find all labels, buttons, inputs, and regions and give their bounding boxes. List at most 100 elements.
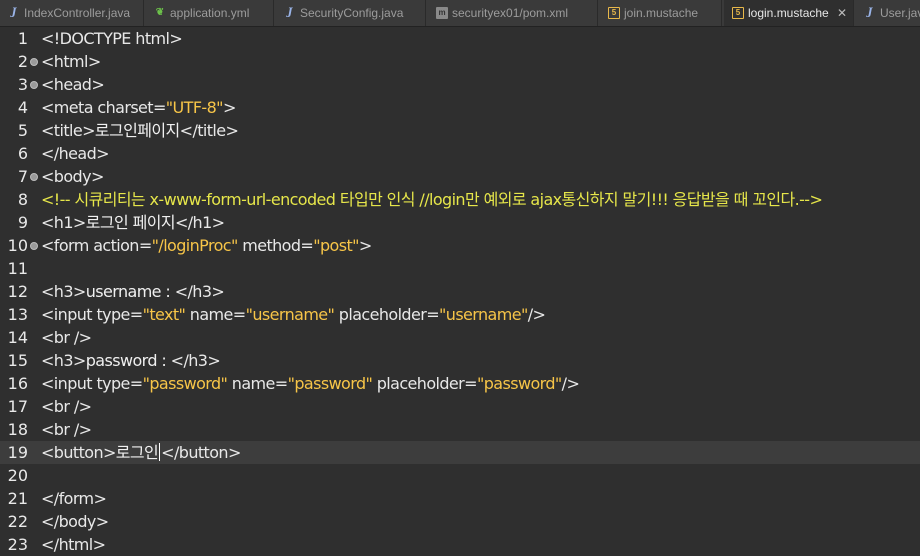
- close-tab-icon[interactable]: ✕: [837, 0, 847, 26]
- code-editor[interactable]: 1 <!DOCTYPE html> 2 <html> 3 <head> 4 <meta cha…: [0, 27, 920, 554]
- code-token-tag: <h3>: [41, 282, 86, 301]
- tab-securityex01-pom-xml[interactable]: m securityex01/pom.xml: [428, 0, 598, 26]
- code-line[interactable]: 8 <!-- 시큐리티는 x-www-form-url-encoded 타입만 인…: [0, 188, 920, 211]
- code-line[interactable]: 11: [0, 257, 920, 280]
- code-line[interactable]: 3 <head>: [0, 73, 920, 96]
- code-token-tag: <br />: [41, 328, 92, 347]
- tab-join-mustache[interactable]: 5 join.mustache: [600, 0, 722, 26]
- line-number: 11: [7, 259, 28, 278]
- code-token-comment: <!-- 시큐리티는 x-www-form-url-encoded 타입만 인식…: [41, 190, 823, 209]
- code-text: <br />: [41, 326, 92, 349]
- code-token-tag: <form action=: [41, 236, 152, 255]
- code-token-tag: >: [358, 236, 372, 255]
- code-token-val: "/loginProc": [151, 236, 239, 255]
- code-text: </form>: [41, 487, 107, 510]
- code-token-tag: />: [527, 305, 546, 324]
- line-number: 4: [17, 98, 28, 117]
- tab-label: SecurityConfig.java: [300, 6, 404, 20]
- java-file-icon: J: [867, 7, 873, 18]
- line-number: 15: [7, 351, 28, 370]
- code-text: <h3>username : </h3>: [41, 280, 225, 303]
- line-number: 7: [17, 167, 28, 186]
- code-line[interactable]: 5 <title>로그인페이지</title>: [0, 119, 920, 142]
- fold-toggle-icon[interactable]: [30, 242, 38, 250]
- tab-securityconfig-java[interactable]: J SecurityConfig.java: [276, 0, 426, 26]
- code-text: <h3>password : </h3>: [41, 349, 221, 372]
- code-token-tag: method=: [237, 236, 314, 255]
- code-token-text: username :: [85, 282, 175, 301]
- code-text: </head>: [41, 142, 110, 165]
- tab-label: application.yml: [170, 6, 250, 20]
- tab-label: IndexController.java: [24, 6, 131, 20]
- code-token-tag: <input type=: [41, 374, 143, 393]
- fold-toggle-icon[interactable]: [30, 58, 38, 66]
- line-number: 2: [17, 52, 28, 71]
- code-token-tag: />: [561, 374, 580, 393]
- code-line[interactable]: 6 </head>: [0, 142, 920, 165]
- code-text: <input type="password" name="password" p…: [41, 372, 580, 395]
- code-text: <form action="/loginProc" method="post">: [41, 234, 372, 257]
- code-line[interactable]: 9 <h1>로그인 페이지</h1>: [0, 211, 920, 234]
- code-line[interactable]: 18 <br />: [0, 418, 920, 441]
- code-token-tag: placeholder=: [334, 305, 440, 324]
- line-number: 20: [7, 466, 28, 485]
- code-text: </html>: [41, 533, 106, 556]
- tab-label: join.mustache: [624, 6, 699, 20]
- code-token-tag: <html>: [41, 52, 101, 71]
- code-line[interactable]: 17 <br />: [0, 395, 920, 418]
- code-token-val: "UTF-8": [165, 98, 224, 117]
- line-number: 8: [17, 190, 28, 209]
- line-number: 10: [7, 236, 28, 255]
- code-text: <br />: [41, 395, 92, 418]
- code-line[interactable]: 23 </html>: [0, 533, 920, 556]
- code-line[interactable]: 4 <meta charset="UTF-8">: [0, 96, 920, 119]
- code-token-val: "password": [476, 374, 562, 393]
- code-line[interactable]: 12 <h3>username : </h3>: [0, 280, 920, 303]
- code-line[interactable]: 16 <input type="password" name="password"…: [0, 372, 920, 395]
- code-text: <title>로그인페이지</title>: [41, 119, 239, 142]
- code-text: <br />: [41, 418, 92, 441]
- code-token-val: "username": [439, 305, 528, 324]
- code-token-tag: <input type=: [41, 305, 143, 324]
- code-token-tag: </body>: [41, 512, 109, 531]
- code-token-tag: <h3>: [41, 351, 86, 370]
- code-token-tag: </h1>: [174, 213, 225, 232]
- tab-user-java[interactable]: J User.java: [856, 0, 920, 26]
- code-line[interactable]: 21 </form>: [0, 487, 920, 510]
- code-token-tag: <br />: [41, 397, 92, 416]
- code-token-tag: </h3>: [174, 282, 225, 301]
- tab-indexcontroller-java[interactable]: J IndexController.java: [0, 0, 144, 26]
- code-text: <input type="text" name="username" place…: [41, 303, 546, 326]
- line-number: 3: [17, 75, 28, 94]
- fold-toggle-icon[interactable]: [30, 81, 38, 89]
- code-line[interactable]: 19 <button>로그인 </button>: [0, 441, 920, 464]
- code-token-tag: <head>: [41, 75, 105, 94]
- code-line[interactable]: 7 <body>: [0, 165, 920, 188]
- fold-toggle-icon[interactable]: [30, 173, 38, 181]
- tab-application-yml[interactable]: ❦ application.yml: [146, 0, 274, 26]
- code-token-tag: <body>: [41, 167, 104, 186]
- code-token-val: "password": [142, 374, 228, 393]
- code-text: <h1>로그인 페이지</h1>: [41, 211, 225, 234]
- code-line[interactable]: 22 </body>: [0, 510, 920, 533]
- line-number: 17: [7, 397, 28, 416]
- code-token-tag: </button>: [161, 443, 241, 462]
- tab-login-mustache[interactable]: 5 login.mustache ✕: [724, 0, 854, 26]
- code-line[interactable]: 13 <input type="text" name="username" pla…: [0, 303, 920, 326]
- html-file-icon: 5: [732, 7, 744, 19]
- code-text: <!DOCTYPE html>: [41, 27, 183, 50]
- tab-label: User.java: [880, 6, 920, 20]
- code-line[interactable]: 14 <br />: [0, 326, 920, 349]
- code-line[interactable]: 2 <html>: [0, 50, 920, 73]
- line-number: 19: [7, 443, 28, 462]
- code-token-tag: <meta charset=: [41, 98, 166, 117]
- line-number: 14: [7, 328, 28, 347]
- code-line[interactable]: 10 <form action="/loginProc" method="post…: [0, 234, 920, 257]
- code-token-tag: </head>: [41, 144, 110, 163]
- code-token-val: "password": [287, 374, 373, 393]
- code-line[interactable]: 20: [0, 464, 920, 487]
- code-line[interactable]: 15 <h3>password : </h3>: [0, 349, 920, 372]
- code-token-tag: name=: [227, 374, 288, 393]
- code-line[interactable]: 1 <!DOCTYPE html>: [0, 27, 920, 50]
- code-text: <head>: [41, 73, 105, 96]
